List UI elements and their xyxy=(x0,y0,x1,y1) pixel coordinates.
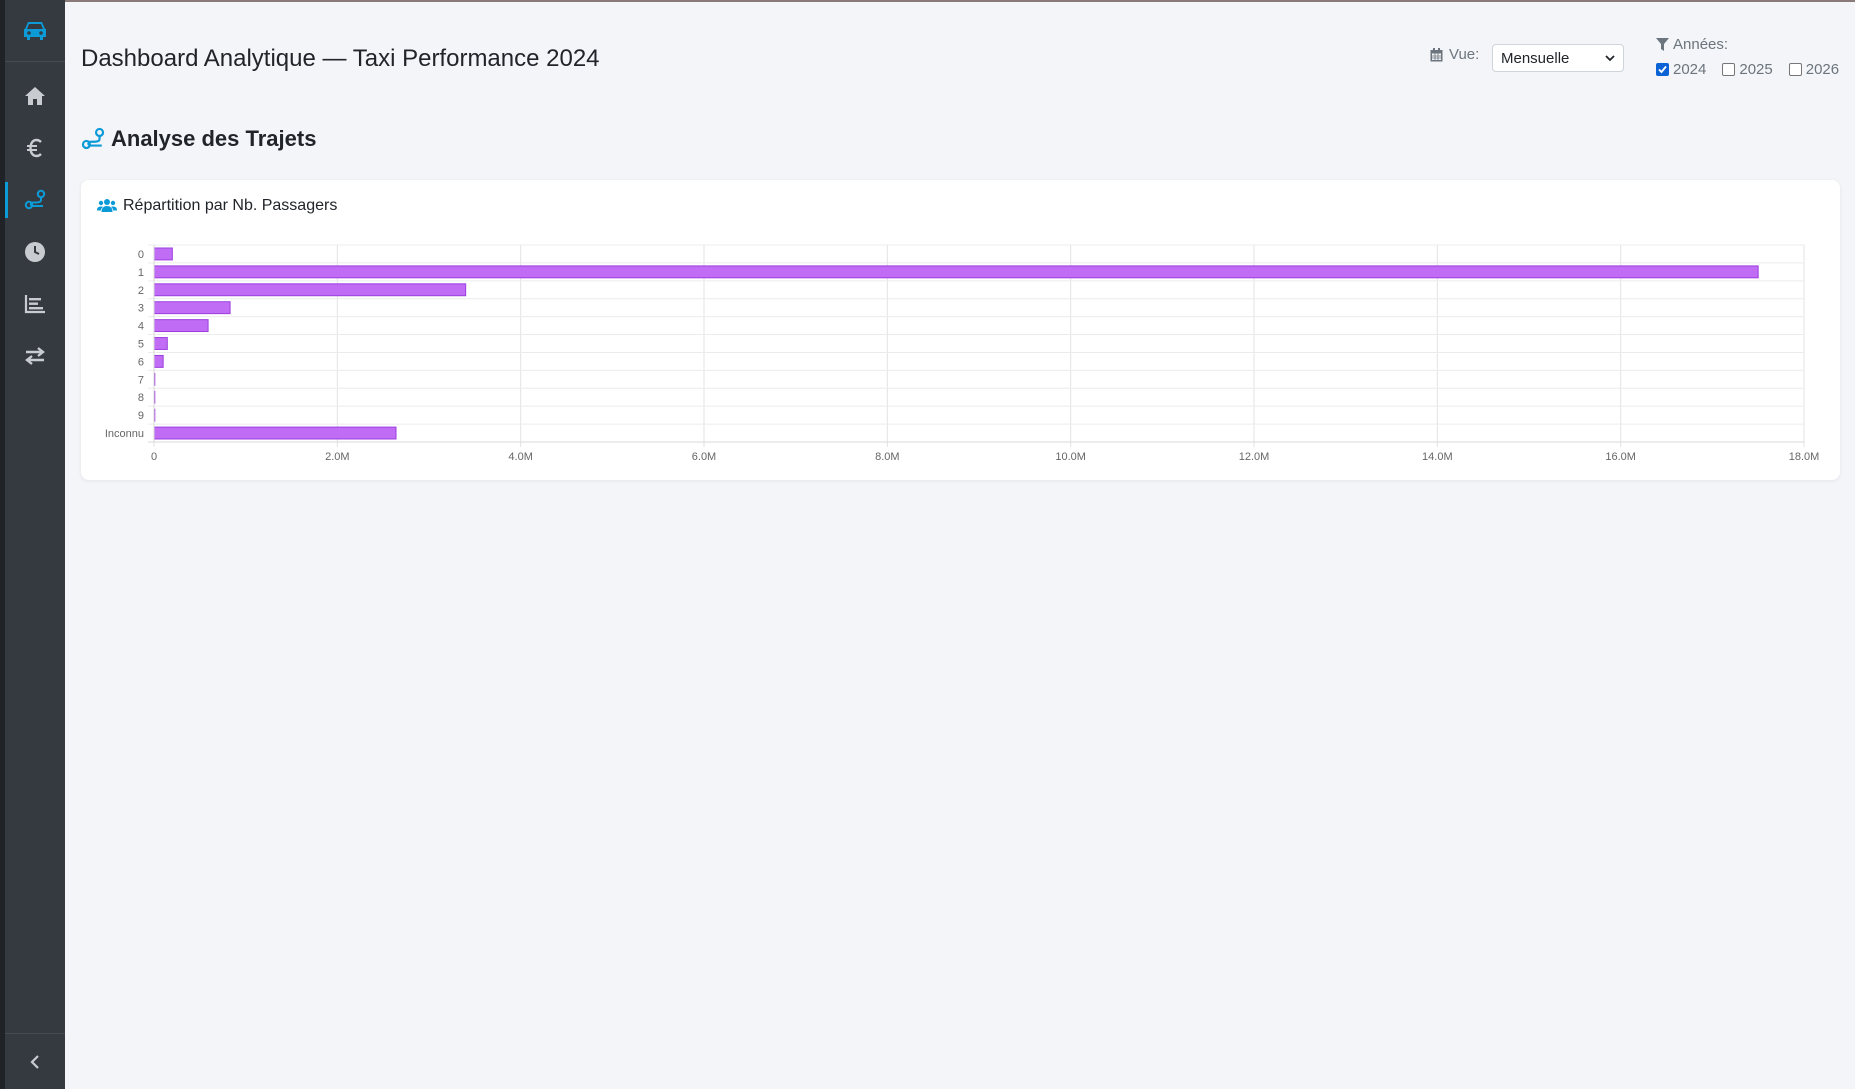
view-select[interactable]: Mensuelle xyxy=(1492,44,1624,72)
y-tick-label: Inconnu xyxy=(105,428,144,440)
year-label: 2026 xyxy=(1805,61,1840,78)
y-tick-label: 2 xyxy=(138,285,144,297)
x-tick-label: 16.0M xyxy=(1605,451,1636,463)
sidebar-item-stats[interactable] xyxy=(5,278,65,330)
bar-Inconnu xyxy=(153,426,397,440)
check-icon xyxy=(1658,65,1667,74)
view-label: Vue: xyxy=(1449,46,1480,63)
x-tick-label: 12.0M xyxy=(1239,451,1270,463)
year-filter: Années: 2024 2025 2026 xyxy=(1656,36,1839,78)
logo[interactable] xyxy=(5,0,65,62)
y-tick-label: 9 xyxy=(138,410,144,422)
euro-icon xyxy=(27,138,42,158)
x-tick-label: 4.0M xyxy=(508,451,532,463)
calendar-icon xyxy=(1430,47,1443,61)
x-tick-label: 8.0M xyxy=(875,451,899,463)
sidebar xyxy=(0,0,65,1089)
x-tick-label: 14.0M xyxy=(1422,451,1453,463)
sidebar-item-time[interactable] xyxy=(5,226,65,278)
x-tick-label: 18.0M xyxy=(1789,451,1820,463)
view-select-value: Mensuelle xyxy=(1501,49,1570,67)
clock-icon xyxy=(25,242,45,262)
section-title-text: Analyse des Trajets xyxy=(111,126,317,151)
y-tick-label: 8 xyxy=(138,392,144,404)
bar-4 xyxy=(153,319,209,333)
sidebar-item-home[interactable] xyxy=(5,70,65,122)
bar-0 xyxy=(153,247,173,261)
year-label: 2024 xyxy=(1673,61,1707,78)
year-checkbox-2024[interactable]: 2024 xyxy=(1656,61,1706,78)
view-control: Vue: xyxy=(1430,46,1479,63)
sidebar-collapse-button[interactable] xyxy=(5,1033,65,1089)
taxi-icon xyxy=(24,21,46,40)
checkbox-unchecked[interactable] xyxy=(1722,63,1736,76)
filter-icon xyxy=(1656,38,1669,51)
y-tick-label: 4 xyxy=(138,321,144,333)
page-title: Dashboard Analytique — Taxi Performance … xyxy=(81,45,600,72)
chevron-down-icon xyxy=(1605,55,1615,62)
sidebar-item-compare[interactable] xyxy=(5,330,65,382)
years-label: Années: xyxy=(1673,36,1729,53)
sidebar-item-trips[interactable] xyxy=(5,174,65,226)
bar-chart-icon xyxy=(24,295,45,314)
bar-1 xyxy=(153,265,1759,279)
home-icon xyxy=(25,87,45,105)
bar-3 xyxy=(153,301,231,315)
x-tick-label: 6.0M xyxy=(692,451,716,463)
year-checkbox-2025[interactable]: 2025 xyxy=(1722,61,1773,78)
section-title: Analyse des Trajets xyxy=(81,126,316,152)
sidebar-item-revenue[interactable] xyxy=(5,122,65,174)
y-tick-label: 6 xyxy=(138,356,144,368)
year-checkbox-2026[interactable]: 2026 xyxy=(1788,61,1840,78)
bar-5 xyxy=(153,337,168,350)
route-icon xyxy=(81,127,105,150)
bar-2 xyxy=(153,283,467,297)
chevron-left-icon xyxy=(30,1054,39,1069)
y-tick-label: 3 xyxy=(138,303,144,315)
route-icon xyxy=(24,189,46,210)
y-tick-label: 5 xyxy=(138,339,144,351)
exchange-icon xyxy=(25,347,45,365)
y-tick-label: 1 xyxy=(138,267,144,279)
main-content: Dashboard Analytique — Taxi Performance … xyxy=(65,0,1855,1089)
chart-card: Répartition par Nb. Passagers 0 2.0M 4.0M 6… xyxy=(81,180,1840,480)
passenger-bar-chart: 0 2.0M 4.0M 6.0M 8.0M 10.0M 12.0M 14.0M 16.0M 18.… xyxy=(105,244,1820,463)
checkbox-unchecked[interactable] xyxy=(1788,63,1802,76)
bar-6 xyxy=(153,354,164,368)
x-tick-label: 10.0M xyxy=(1055,451,1086,463)
checkbox-checked[interactable] xyxy=(1656,63,1669,76)
x-tick-label: 2.0M xyxy=(325,451,349,463)
x-tick-label: 0 xyxy=(151,451,157,463)
year-label: 2025 xyxy=(1739,61,1773,78)
y-tick-label: 0 xyxy=(138,249,144,261)
y-tick-label: 7 xyxy=(138,374,144,386)
